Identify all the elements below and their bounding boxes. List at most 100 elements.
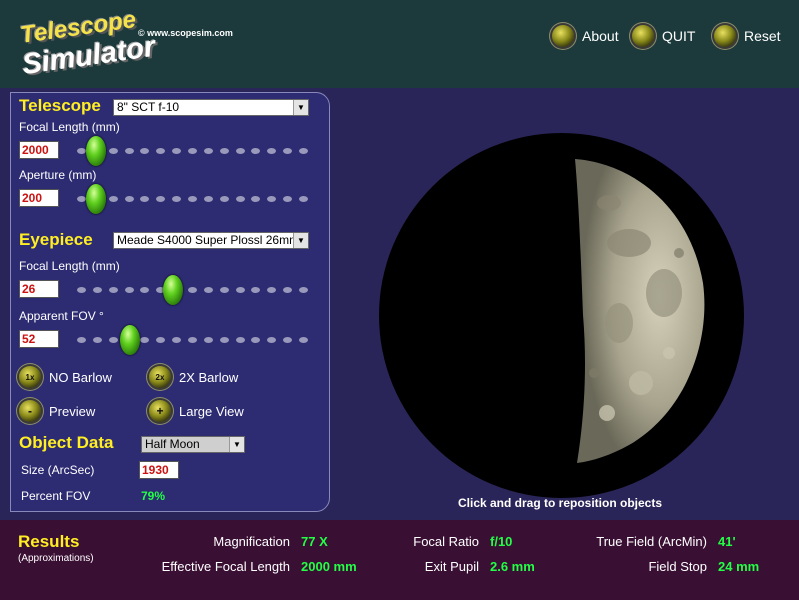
aperture-slider[interactable] — [77, 184, 311, 214]
telescope-select-value: 8" SCT f-10 — [117, 100, 180, 114]
slider-track-dot — [299, 196, 308, 202]
reset-button-icon — [714, 25, 736, 47]
slider-track-dot — [124, 287, 134, 293]
preview-option[interactable]: - Preview — [19, 400, 95, 422]
dropdown-arrow-icon: ▼ — [293, 233, 308, 248]
slider-knob-handle[interactable] — [85, 184, 106, 214]
results-bar: Results (Approximations) Magnification 7… — [0, 520, 799, 600]
slider-track-dot — [283, 196, 293, 202]
aperture-label: Aperture (mm) — [19, 168, 97, 182]
object-size-label: Size (ArcSec) — [21, 463, 95, 477]
telescope-focal-length-input[interactable]: 2000 — [19, 141, 59, 159]
telescope-select[interactable]: 8" SCT f-10 ▼ — [113, 99, 309, 116]
about-label: About — [582, 28, 619, 44]
reset-button[interactable]: Reset — [714, 22, 781, 50]
slider-knob-handle[interactable] — [162, 275, 183, 305]
true-field-label: True Field (ArcMin) — [596, 534, 707, 549]
eyepiece-focal-length-slider[interactable] — [77, 275, 311, 305]
slider-track-dot — [124, 196, 134, 202]
slider-track-dot — [156, 337, 166, 343]
slider-track-dot — [140, 196, 150, 202]
eyepiece-view[interactable] — [379, 133, 744, 498]
eyepiece-focal-length-label: Focal Length (mm) — [19, 259, 120, 273]
slider-track-dot — [77, 287, 86, 293]
slider-track-dot — [235, 148, 245, 154]
slider-track-dot — [140, 148, 150, 154]
slider-track-dot — [156, 148, 166, 154]
slider-track-dot — [267, 196, 277, 202]
percent-fov-label: Percent FOV — [21, 489, 91, 503]
eyepiece-focal-length-input[interactable]: 26 — [19, 280, 59, 298]
slider-track-dot — [77, 148, 86, 154]
dropdown-arrow-icon: ▼ — [293, 100, 308, 115]
slider-knob-handle[interactable] — [85, 136, 106, 166]
moon-icon — [575, 159, 705, 463]
slider-track-dot — [267, 287, 277, 293]
field-stop-label: Field Stop — [648, 559, 707, 574]
slider-track-dot — [92, 287, 102, 293]
aperture-input[interactable]: 200 — [19, 189, 59, 207]
slider-track-dot — [188, 337, 197, 343]
apparent-fov-slider[interactable] — [77, 325, 311, 355]
barlow-1x-icon: 1x — [19, 366, 41, 388]
field-stop-value: 24 mm — [718, 559, 760, 574]
slider-track-dot — [188, 148, 197, 154]
eyepiece-select-value: Meade S4000 Super Plossl 26mm — [117, 233, 300, 247]
eyepiece-title: Eyepiece — [19, 230, 93, 249]
results-title: Results — [18, 532, 80, 551]
barlow-2x-label: 2X Barlow — [179, 369, 239, 385]
barlow-2x-icon: 2x — [149, 366, 171, 388]
header-bar: Telescope Simulator © www.scopesim.com A… — [0, 0, 799, 88]
object-select[interactable]: Half Moon ▼ — [141, 436, 245, 453]
quit-button[interactable]: QUIT — [632, 22, 695, 50]
app-logo: Telescope Simulator — [14, 6, 158, 82]
no-barlow-option[interactable]: 1x NO Barlow — [19, 366, 112, 388]
slider-track-dot — [219, 287, 229, 293]
slider-track-dot — [251, 148, 261, 154]
slider-track-dot — [267, 337, 277, 343]
reset-label: Reset — [744, 28, 781, 44]
slider-track-dot — [299, 148, 308, 154]
moon-svg — [575, 159, 705, 463]
efl-label: Effective Focal Length — [161, 559, 290, 574]
slider-track-dot — [140, 287, 150, 293]
results-subtitle: (Approximations) — [18, 553, 94, 564]
object-size-input[interactable]: 1930 — [139, 461, 179, 479]
large-view-label: Large View — [179, 403, 244, 419]
slider-track-dot — [77, 337, 86, 343]
slider-track-dot — [92, 337, 102, 343]
slider-track-dot — [251, 287, 261, 293]
slider-knob-handle[interactable] — [119, 325, 140, 355]
site-url: © www.scopesim.com — [138, 28, 233, 38]
slider-track-dot — [219, 337, 229, 343]
preview-label: Preview — [49, 403, 96, 419]
slider-track-dot — [235, 287, 245, 293]
plus-icon: + — [149, 400, 171, 422]
focal-ratio-label: Focal Ratio — [413, 534, 479, 549]
slider-track-dot — [267, 148, 277, 154]
reposition-hint: Click and drag to reposition objects — [457, 496, 663, 510]
slider-track-dot — [203, 196, 213, 202]
quit-button-icon — [632, 25, 654, 47]
dropdown-arrow-icon: ▼ — [229, 437, 244, 452]
apparent-fov-label: Apparent FOV ° — [19, 309, 104, 323]
large-view-option[interactable]: + Large View — [149, 400, 244, 422]
slider-track-dot — [172, 337, 182, 343]
slider-track-dot — [283, 287, 293, 293]
slider-track-dot — [172, 196, 182, 202]
slider-track-dot — [77, 196, 86, 202]
slider-track-dot — [283, 148, 293, 154]
slider-track-dot — [235, 337, 245, 343]
barlow-2x-option[interactable]: 2x 2X Barlow — [149, 366, 238, 388]
slider-track-dot — [188, 287, 197, 293]
telescope-focal-length-slider[interactable] — [77, 136, 311, 166]
eyepiece-select[interactable]: Meade S4000 Super Plossl 26mm ▼ — [113, 232, 309, 249]
telescope-focal-length-label: Focal Length (mm) — [19, 120, 120, 134]
no-barlow-label: NO Barlow — [49, 369, 112, 385]
quit-label: QUIT — [662, 28, 696, 44]
slider-track-dot — [172, 148, 182, 154]
slider-track-dot — [219, 148, 229, 154]
focal-ratio-value: f/10 — [490, 534, 513, 549]
apparent-fov-input[interactable]: 52 — [19, 330, 59, 348]
about-button[interactable]: About — [552, 22, 619, 50]
